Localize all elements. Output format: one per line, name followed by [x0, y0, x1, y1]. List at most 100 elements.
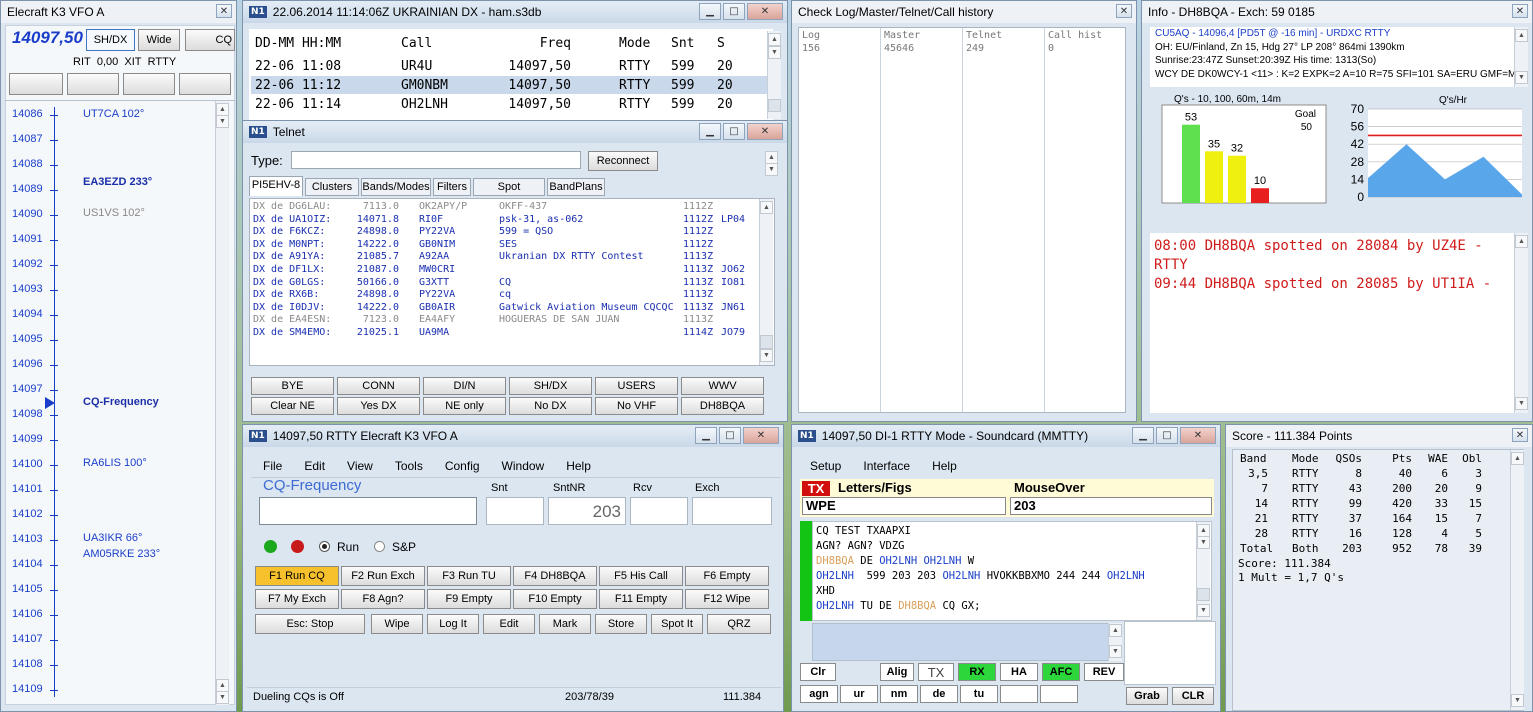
log-table[interactable]: DD-MM HH:MM Call Freq Mode Snt S 22-06 11:08 UR… — [251, 33, 771, 121]
band-map-spot[interactable]: CQ-Frequency — [83, 396, 159, 408]
telnet-spot-row[interactable]: DX de DG6LAU: 7113.0 OK2APY/P OKFF-437 1112Z — [253, 201, 763, 214]
minimize-icon[interactable]: ▁ — [1132, 427, 1154, 444]
band-map[interactable]: 14086 14087 14088 14089 14090 14091 14092 14093… — [5, 101, 217, 705]
score-titlebar[interactable]: Score - 111.384 Points ✕ — [1226, 425, 1532, 447]
log-header-cell[interactable]: Freq — [511, 36, 571, 51]
fkey-6-button[interactable]: F6 Empty — [685, 566, 769, 586]
rcv-input[interactable] — [630, 497, 688, 525]
menu-config[interactable]: Config — [445, 459, 480, 473]
telnet-dh8bqa-button[interactable]: DH8BQA — [681, 397, 764, 415]
menu-help[interactable]: Help — [566, 459, 591, 473]
telnet-spot-row[interactable]: DX de F6KCZ: 24898.0 PY22VA 599 = QSO 1112Z — [253, 226, 763, 239]
close-icon[interactable]: ✕ — [747, 123, 783, 140]
telnet-yes-dx-button[interactable]: Yes DX — [337, 397, 420, 415]
log-header-cell[interactable]: DD-MM HH:MM — [255, 36, 341, 51]
fkey-2-button[interactable]: F2 Run Exch — [341, 566, 425, 586]
close-icon[interactable]: ✕ — [743, 427, 779, 444]
spot-it-button[interactable]: Spot It — [651, 614, 703, 634]
esc-stop-button[interactable]: Esc: Stop — [255, 614, 365, 634]
fkey-9-button[interactable]: F9 Empty — [427, 589, 511, 609]
vfo-titlebar[interactable]: Elecraft K3 VFO A ✕ — [1, 1, 236, 23]
exch-input[interactable] — [692, 497, 772, 525]
log-scrollbar[interactable]: ▲ ▼ — [767, 31, 781, 119]
menu-setup[interactable]: Setup — [810, 459, 841, 473]
mmtty-exch-field[interactable]: 203 — [1010, 497, 1212, 515]
close-icon[interactable]: ✕ — [747, 3, 783, 20]
log-row[interactable]: 22-06 11:14 OH2LNH 14097,50 RTTY 599 20 — [251, 95, 767, 113]
menu-view[interactable]: View — [347, 459, 373, 473]
clr-button[interactable]: CLR — [1172, 687, 1214, 705]
telnet-no-vhf-button[interactable]: No VHF — [595, 397, 678, 415]
mark-button[interactable]: Mark — [539, 614, 591, 634]
mmtty-call-field[interactable]: WPE — [802, 497, 1006, 515]
fkey-12-button[interactable]: F12 Wipe — [685, 589, 769, 609]
fkey-3-button[interactable]: F3 Run TU — [427, 566, 511, 586]
mmtty-macro-button[interactable]: ur — [840, 685, 878, 703]
mmtty-macro-button[interactable]: tu — [960, 685, 998, 703]
tx-buffer-area[interactable] — [812, 623, 1122, 661]
mmtty-macro-button[interactable] — [1040, 685, 1078, 703]
mmtty-macro-button[interactable]: nm — [880, 685, 918, 703]
mmtty-clr-button[interactable]: Clr — [800, 663, 836, 681]
telnet-tabs[interactable]: PI5EHV-8ClustersBands/ModesFiltersSpot C… — [249, 176, 769, 196]
wipe-button[interactable]: Wipe — [371, 614, 423, 634]
close-icon[interactable]: ✕ — [216, 4, 232, 18]
band-map-scrollbar[interactable]: ▲ ▼ ▲ ▼ — [215, 101, 229, 705]
telnet-spot-row[interactable]: DX de A91YA: 21085.7 A92AA Ukranian DX RTTY… — [253, 251, 763, 264]
telnet-scrollbar[interactable]: ▲ ▼ — [759, 199, 773, 365]
mmtty-rev-button[interactable]: REV — [1084, 663, 1124, 681]
log-it-button[interactable]: Log It — [427, 614, 479, 634]
band-map-spot[interactable]: RA6LIS 100° — [83, 457, 147, 469]
mmtty-rx-button[interactable]: RX — [958, 663, 996, 681]
log-row[interactable]: 22-06 11:08 UR4U 14097,50 RTTY 599 20 — [251, 57, 767, 75]
mmtty-afc-button[interactable]: AFC — [1042, 663, 1080, 681]
telnet-sh-dx-button[interactable]: SH/DX — [509, 377, 592, 395]
telnet-spot-row[interactable]: DX de G0LGS: 50166.0 G3XTT CQ 1113Z IO81 — [253, 277, 763, 290]
close-icon[interactable]: ✕ — [1512, 428, 1528, 442]
info-titlebar[interactable]: Info - DH8BQA - Exch: 59 0185 ✕ — [1142, 1, 1532, 23]
telnet-spot-row[interactable]: DX de M0NPT: 14222.0 GB0NIM SES 1112Z — [253, 239, 763, 252]
band-map-spot[interactable]: US1VS 102° — [83, 207, 145, 219]
vfo-blank-button-1[interactable] — [9, 73, 63, 95]
fkey-4-button[interactable]: F4 DH8BQA — [513, 566, 597, 586]
telnet-users-button[interactable]: USERS — [595, 377, 678, 395]
telnet-tab[interactable]: Spot Comment — [473, 178, 545, 196]
call-input[interactable] — [259, 497, 477, 525]
menu-interface[interactable]: Interface — [863, 459, 910, 473]
mmtty-alig-button[interactable]: Alig — [880, 663, 914, 681]
telnet-clear-ne-button[interactable]: Clear NE — [251, 397, 334, 415]
telnet-spot-row[interactable]: DX de SM4EMO: 21025.1 UA9MA 1114Z JO79 — [253, 327, 763, 340]
maximize-icon[interactable]: □ — [719, 427, 741, 444]
maximize-icon[interactable]: □ — [723, 123, 745, 140]
vfo-blank-button-3[interactable] — [123, 73, 175, 95]
menu-help[interactable]: Help — [932, 459, 957, 473]
telnet-wwv-button[interactable]: WWV — [681, 377, 764, 395]
band-map-spot[interactable]: UT7CA 102° — [83, 108, 144, 120]
telnet-spot-row[interactable]: DX de UA1OIZ: 14071.8 RI0F psk-31, as-062 11… — [253, 214, 763, 227]
log-header-cell[interactable]: Snt — [671, 36, 694, 51]
telnet-bye-button[interactable]: BYE — [251, 377, 334, 395]
fkey-5-button[interactable]: F5 His Call — [599, 566, 683, 586]
log-titlebar[interactable]: N1 22.06.2014 11:14:06Z UKRAINIAN DX - h… — [243, 1, 787, 23]
log-header-cell[interactable]: Mode — [619, 36, 650, 51]
menu-edit[interactable]: Edit — [304, 459, 325, 473]
telnet-ne-only-button[interactable]: NE only — [423, 397, 506, 415]
menu-window[interactable]: Window — [502, 459, 545, 473]
minimize-icon[interactable]: ▁ — [699, 3, 721, 20]
telnet-titlebar[interactable]: N1 Telnet ▁ □ ✕ — [243, 121, 787, 143]
shdx-button[interactable]: SH/DX — [86, 29, 135, 51]
qrz-button[interactable]: QRZ — [707, 614, 771, 634]
mmtty-macro-button[interactable]: de — [920, 685, 958, 703]
minimize-icon[interactable]: ▁ — [695, 427, 717, 444]
telnet-tab[interactable]: PI5EHV-8 — [249, 176, 303, 196]
mmtty-macro-button[interactable]: agn — [800, 685, 838, 703]
rx-text-area[interactable]: CQ TEST TXAAPXI AGN? AGN? VDZG DH8BQA DE O… — [816, 524, 1196, 620]
grab-button[interactable]: Grab — [1126, 687, 1168, 705]
fkey-10-button[interactable]: F10 Empty — [513, 589, 597, 609]
log-header-cell[interactable]: S — [717, 36, 725, 51]
telnet-tab[interactable]: Bands/Modes — [361, 178, 431, 196]
close-icon[interactable]: ✕ — [1180, 427, 1216, 444]
maximize-icon[interactable]: □ — [1156, 427, 1178, 444]
telnet-type-input[interactable] — [291, 151, 581, 169]
log-row[interactable]: 22-06 11:12 GM0NBM 14097,50 RTTY 599 20 — [251, 76, 767, 94]
